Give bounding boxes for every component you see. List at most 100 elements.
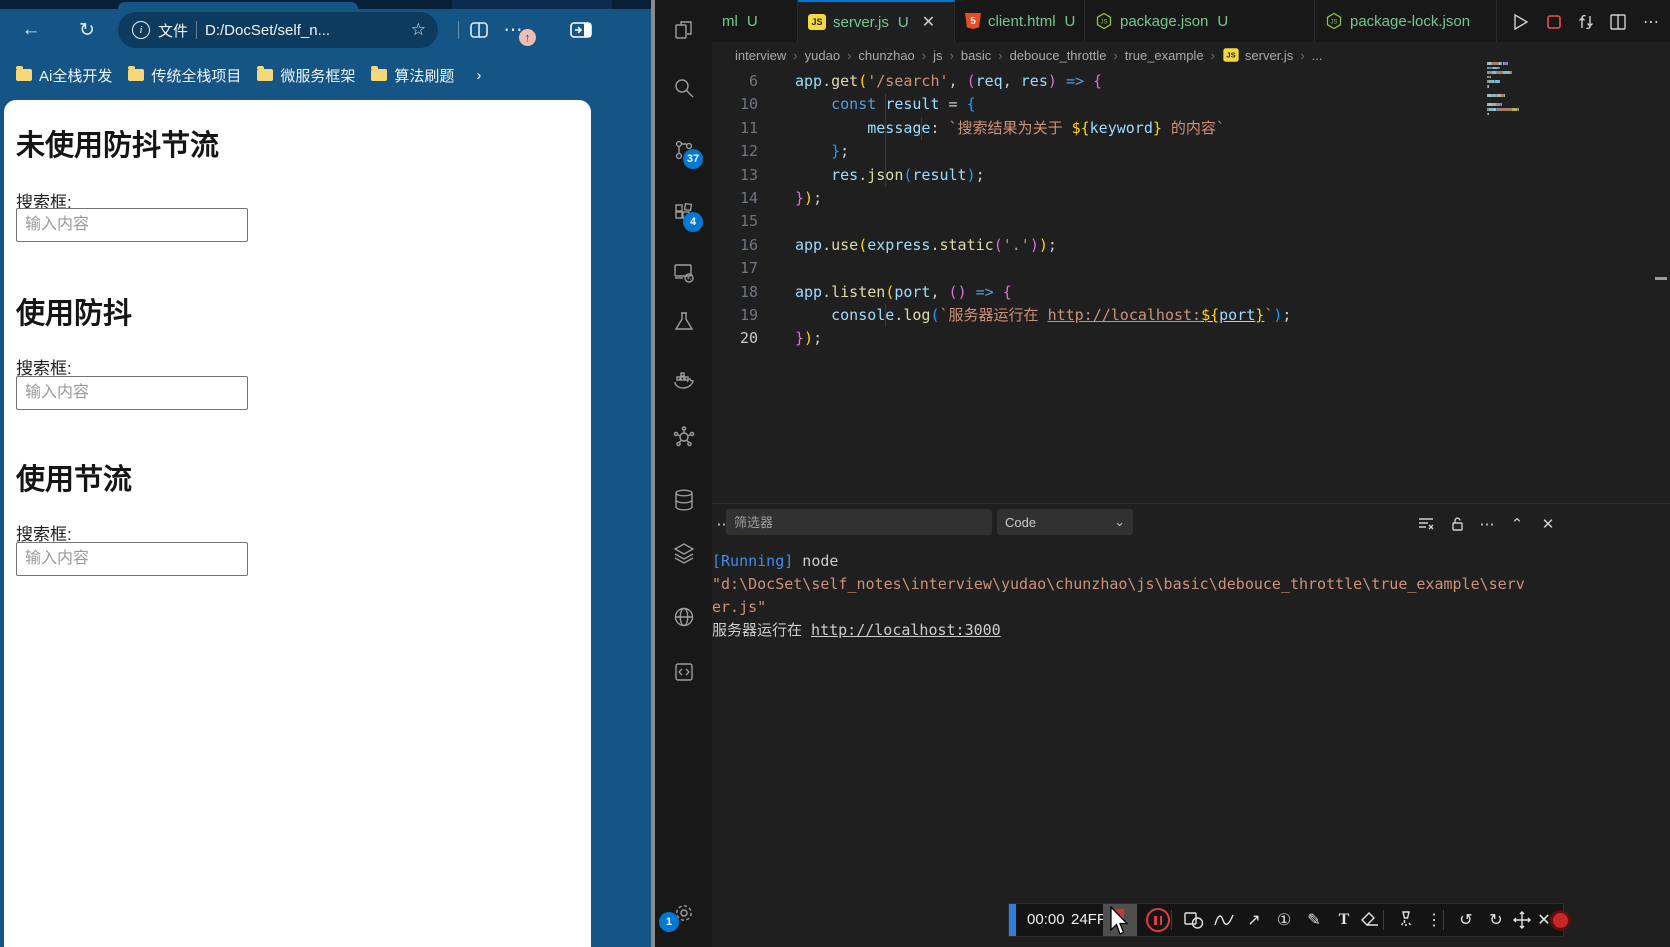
panel-actions-more-icon[interactable]: ⋯ <box>1475 512 1499 536</box>
output-line: 服务器运行在 http://localhost:3000 <box>712 621 1001 639</box>
breadcrumb-item[interactable]: true_example <box>1125 48 1204 63</box>
back-icon[interactable]: ← <box>16 15 46 45</box>
bookmark-item[interactable]: 传统全栈项目 <box>128 65 241 86</box>
tab-package-json[interactable]: JS package.json U <box>1085 0 1315 42</box>
breadcrumb-item[interactable]: ... <box>1312 48 1323 63</box>
search-icon[interactable] <box>669 73 699 103</box>
code-text: }; <box>831 142 850 161</box>
split-editor-icon[interactable] <box>1605 9 1631 35</box>
rerun-icon[interactable] <box>1573 9 1599 35</box>
breadcrumb-separator: › <box>921 47 927 63</box>
output-filter-input[interactable] <box>726 509 992 535</box>
number-icon[interactable]: ① <box>1271 907 1297 933</box>
line-number: 6 <box>748 72 758 90</box>
breadcrumb-item[interactable]: interview <box>735 48 786 63</box>
page-info-icon[interactable]: i <box>132 21 150 39</box>
activity-bar: 37 4 1 <box>655 0 712 947</box>
url-text: D:/DocSet/self_n... <box>205 21 331 39</box>
code-text: }); <box>795 329 823 348</box>
code-line: 17 <box>712 257 1670 280</box>
extensions-icon[interactable]: 4 <box>669 198 703 232</box>
explorer-icon[interactable] <box>669 15 699 45</box>
bookmark-item[interactable]: 微服务框架 <box>257 65 355 86</box>
refresh-icon[interactable]: ↻ <box>72 15 102 45</box>
tab-ml[interactable]: ml U <box>712 0 798 42</box>
breadcrumb-item[interactable]: basic <box>961 48 991 63</box>
browser-inactive-tab[interactable] <box>452 0 612 9</box>
freehand-icon[interactable] <box>1211 907 1237 933</box>
source-control-icon[interactable]: 37 <box>669 135 703 169</box>
minimap-line <box>1499 80 1500 83</box>
breadcrumb-item[interactable]: yudao <box>805 48 840 63</box>
split-screen-icon[interactable] <box>464 15 494 45</box>
arrow-icon[interactable]: ↗ <box>1241 907 1267 933</box>
redo-icon[interactable]: ↻ <box>1483 907 1509 933</box>
address-bar[interactable]: i 文件 D:/DocSet/self_n... ☆ <box>118 12 438 48</box>
tab-client-html[interactable]: 5 client.html U <box>955 0 1085 42</box>
undo-icon[interactable]: ↺ <box>1453 907 1479 933</box>
testing-icon[interactable] <box>669 307 699 337</box>
remote-icon[interactable] <box>669 258 699 288</box>
bookmark-label: 算法刷题 <box>394 67 455 85</box>
unlock-icon[interactable] <box>1445 512 1469 536</box>
activity-badge: 4 <box>683 212 703 232</box>
output-channel-select[interactable]: Code ⌄ <box>997 509 1133 535</box>
bookmark-item[interactable]: 算法刷题 <box>371 65 454 86</box>
output-line: [Running] node <box>712 552 839 570</box>
minimap-line <box>1490 75 1491 79</box>
html-file-icon: 5 <box>965 13 981 29</box>
tab-server-js[interactable]: JS server.js U ✕ <box>798 0 955 42</box>
search-input[interactable] <box>16 208 248 242</box>
docker-icon[interactable] <box>669 365 699 395</box>
database-icon[interactable] <box>669 485 699 515</box>
favorite-star-icon[interactable]: ☆ <box>411 20 426 40</box>
indent-guide <box>885 304 886 327</box>
layers-icon[interactable] <box>669 538 699 568</box>
bookmarks-overflow-chevron-icon[interactable]: › <box>476 67 481 84</box>
text-icon[interactable]: T <box>1331 907 1357 933</box>
toolbar-separator <box>1383 910 1384 930</box>
line-number: 19 <box>739 306 758 324</box>
tab-package-lock-json[interactable]: JS package-lock.json <box>1315 0 1497 42</box>
code-line: 14}); <box>712 187 1670 210</box>
close-tab-icon[interactable]: ✕ <box>922 12 935 32</box>
run-icon[interactable] <box>1507 9 1533 35</box>
breadcrumb-item[interactable]: JS server.js <box>1222 47 1293 63</box>
pencil-icon[interactable]: ✎ <box>1301 907 1327 933</box>
edge-browser-window: ← ↻ i 文件 D:/DocSet/self_n... ☆ ⋯ ↑ Ai全栈开… <box>0 0 1230 947</box>
minimap-line <box>1501 108 1513 111</box>
scrollbar-marker[interactable] <box>1655 277 1667 280</box>
settings-gear-icon[interactable]: 1 <box>659 898 699 932</box>
line-number: 20 <box>739 329 758 348</box>
search-input[interactable] <box>16 542 248 576</box>
search-input[interactable] <box>16 376 248 410</box>
bookmark-label: 微服务框架 <box>280 67 356 85</box>
laser-icon[interactable] <box>1393 907 1419 933</box>
activity-badge: 1 <box>659 912 679 932</box>
pause-icon[interactable] <box>1145 907 1171 933</box>
chevron-down-icon: ⌄ <box>1114 514 1125 529</box>
code-editor[interactable]: 6 app.get('/search', (req, res) => {10 co… <box>712 68 1670 503</box>
shapes-icon[interactable] <box>1181 907 1207 933</box>
json-file-icon: JS <box>1325 12 1343 30</box>
plugin-icon[interactable] <box>669 657 699 687</box>
kubernetes-icon[interactable] <box>669 422 699 452</box>
more-icon[interactable]: ⋯ <box>1638 9 1664 35</box>
browser-active-tab[interactable] <box>118 2 358 9</box>
breadcrumb-item[interactable]: debouce_throttle <box>1010 48 1107 63</box>
eraser-icon[interactable] <box>1357 907 1383 933</box>
minimap-line <box>1507 62 1509 65</box>
code-line: 19 console.log(`服务器运行在 http://localhost:… <box>712 304 1670 327</box>
stop-icon[interactable] <box>1541 9 1567 35</box>
minimap[interactable] <box>1487 62 1547 122</box>
close-panel-icon[interactable]: ✕ <box>1536 512 1560 536</box>
modified-indicator: U <box>746 12 758 30</box>
maximize-panel-icon[interactable]: ⌃ <box>1505 512 1529 536</box>
breadcrumb-item[interactable]: js <box>933 48 942 63</box>
globe-icon[interactable] <box>669 602 699 632</box>
screen-recorder-toolbar: 00:00 24FPS ↗ ① ✎ T ⋮ ↺ ↻ ✕ <box>1008 903 1571 937</box>
bookmark-item[interactable]: Ai全栈开发 <box>16 65 112 86</box>
breadcrumb-item[interactable]: chunzhao <box>858 48 914 63</box>
clear-output-icon[interactable] <box>1414 512 1438 536</box>
app-logo[interactable] <box>1547 907 1573 933</box>
